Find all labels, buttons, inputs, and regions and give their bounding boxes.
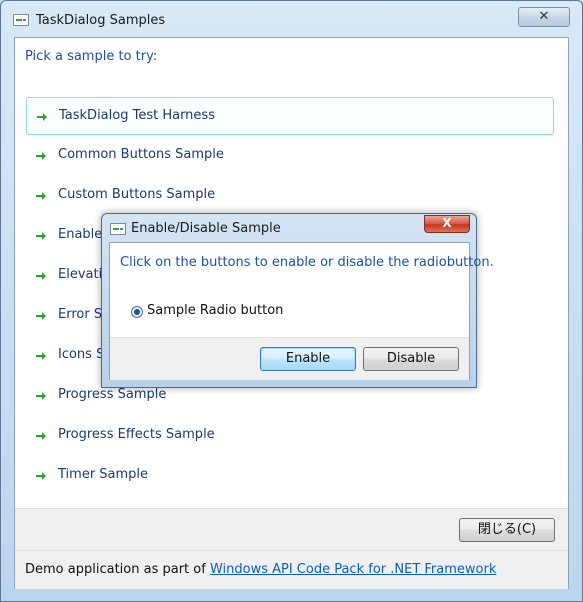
command-link-label: Timer Sample — [58, 467, 149, 482]
footer: Demo application as part of Windows API … — [15, 550, 568, 589]
command-link-label: Progress Effects Sample — [58, 427, 215, 442]
sample-radio-button[interactable] — [131, 306, 143, 318]
command-link-label: Enable — [58, 227, 103, 242]
disable-button[interactable]: Disable — [363, 347, 459, 371]
dialog-close-button[interactable]: X — [424, 215, 470, 233]
radio-label[interactable]: Sample Radio button — [147, 303, 283, 318]
green-arrow-icon — [36, 432, 46, 440]
command-link-timer[interactable]: Timer Sample — [26, 457, 554, 495]
command-link-label: Error S — [58, 307, 103, 322]
footer-text: Demo application as part of Windows API … — [25, 562, 496, 577]
command-link-label: Progress Sample — [58, 387, 167, 402]
main-instruction: Pick a sample to try: — [25, 49, 158, 64]
dialog-title: Enable/Disable Sample — [131, 221, 281, 236]
command-link-label: Custom Buttons Sample — [58, 187, 216, 202]
green-arrow-icon — [36, 472, 46, 480]
green-arrow-icon — [36, 192, 46, 200]
green-arrow-icon — [36, 272, 46, 280]
footer-link[interactable]: Windows API Code Pack for .NET Framework — [210, 562, 496, 577]
command-link-progress-effects[interactable]: Progress Effects Sample — [26, 417, 554, 455]
green-arrow-icon — [37, 113, 47, 121]
footer-prefix: Demo application as part of — [25, 562, 210, 577]
title-bar[interactable]: TaskDialog Samples ✕ — [1, 1, 582, 37]
dialog-client: Click on the buttons to enable or disabl… — [109, 242, 494, 380]
dialog-button-area: Enable Disable — [110, 337, 469, 380]
command-link-common-buttons[interactable]: Common Buttons Sample — [26, 137, 554, 175]
command-link-label: Elevati — [58, 267, 103, 282]
window-title: TaskDialog Samples — [36, 13, 166, 28]
command-link-label: Common Buttons Sample — [58, 147, 224, 162]
command-link-custom-buttons[interactable]: Custom Buttons Sample — [26, 177, 554, 215]
green-arrow-icon — [36, 352, 46, 360]
button-area: 閉じる(C) — [15, 508, 568, 551]
green-arrow-icon — [36, 232, 46, 240]
close-button[interactable]: 閉じる(C) — [459, 518, 555, 542]
dialog-app-icon — [110, 223, 126, 235]
enable-disable-dialog: Enable/Disable Sample X Click on the but… — [101, 213, 494, 388]
app-icon — [13, 14, 29, 26]
dialog-content: Click on the buttons to enable or disabl… — [120, 255, 494, 270]
command-link-label: Icons S — [58, 347, 105, 362]
green-arrow-icon — [36, 152, 46, 160]
window-close-button[interactable]: ✕ — [518, 7, 570, 27]
green-arrow-icon — [36, 392, 46, 400]
enable-button[interactable]: Enable — [260, 347, 356, 371]
command-link-label: TaskDialog Test Harness — [59, 108, 215, 123]
command-link-test-harness[interactable]: TaskDialog Test Harness — [26, 97, 554, 135]
green-arrow-icon — [36, 312, 46, 320]
